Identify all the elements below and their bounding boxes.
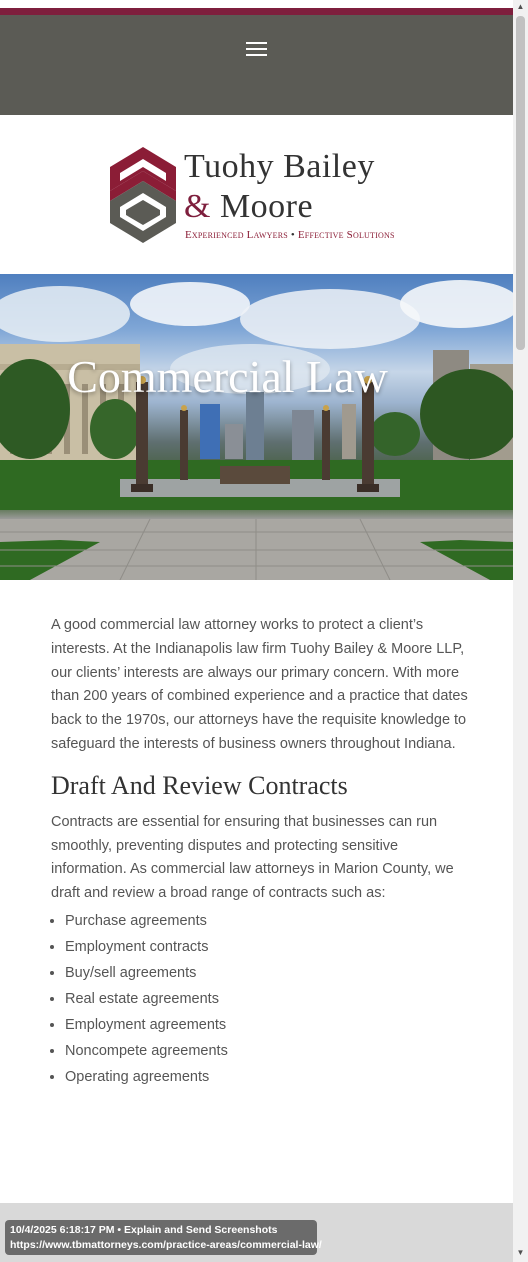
list-item: Noncompete agreements	[65, 1038, 471, 1064]
hero-banner: Commercial Law	[0, 274, 513, 580]
list-item: Operating agreements	[65, 1064, 471, 1090]
logo-ampersand: &	[184, 188, 211, 225]
hero-cityscape-image	[0, 280, 513, 580]
firm-logo-mark-icon	[110, 147, 176, 243]
hero-title: Commercial Law	[67, 351, 388, 402]
tagline-part1: Experienced Lawyers	[185, 229, 288, 241]
list-item: Buy/sell agreements	[65, 960, 471, 986]
logo-tagline: Experienced Lawyers • Effective Solution…	[185, 229, 395, 241]
contracts-paragraph: Contracts are essential for ensuring tha…	[51, 813, 454, 902]
top-accent-bar	[0, 8, 513, 15]
list-item: Real estate agreements	[65, 986, 471, 1012]
scroll-down-arrow-icon[interactable]: ▼	[516, 1248, 525, 1258]
site-header-bar	[0, 15, 513, 115]
list-item: Purchase agreements	[65, 908, 471, 934]
screenshot-stamp: 10/4/2025 6:18:17 PM • Explain and Send …	[5, 1220, 322, 1255]
hamburger-menu-icon[interactable]	[246, 42, 267, 56]
list-item: Employment contracts	[65, 934, 471, 960]
scrollbar-thumb[interactable]	[516, 16, 525, 350]
logo-firm-name-moore: Moore	[219, 188, 314, 225]
contract-types-list: Purchase agreements Employment contracts…	[51, 908, 471, 1090]
logo-firm-name-line1: Tuohy Bailey	[184, 148, 375, 185]
section-heading: Draft And Review Contracts	[51, 770, 348, 800]
tagline-separator: •	[290, 229, 295, 241]
main-content: A good commercial law attorney works to …	[51, 614, 471, 1090]
site-logo[interactable]: Tuohy Bailey & Moore Experienced Lawyers…	[0, 115, 513, 274]
list-item: Employment agreements	[65, 1012, 471, 1038]
stamp-url-line: https://www.tbmattorneys.com/practice-ar…	[10, 1239, 322, 1251]
scroll-up-arrow-icon[interactable]: ▲	[516, 2, 525, 12]
page-viewport: Tuohy Bailey & Moore Experienced Lawyers…	[0, 0, 513, 1262]
stamp-timestamp-line: 10/4/2025 6:18:17 PM • Explain and Send …	[10, 1224, 278, 1236]
tagline-part2: Effective Solutions	[297, 229, 395, 241]
logo-firm-name-line2: & Moore	[184, 188, 313, 226]
intro-paragraph: A good commercial law attorney works to …	[51, 617, 468, 752]
